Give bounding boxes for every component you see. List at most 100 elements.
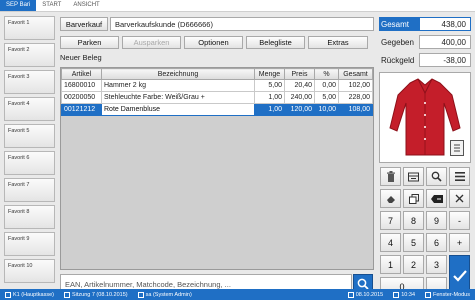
- favorite-button-7[interactable]: Favorit 7: [4, 178, 55, 202]
- change-label: Rückgeld: [381, 55, 415, 65]
- favorite-button-9[interactable]: Favorit 9: [4, 232, 55, 256]
- favorite-button-1[interactable]: Favorit 1: [4, 16, 55, 40]
- total-row: Gesamt 438,00: [379, 17, 471, 31]
- receipt-list-button[interactable]: Belegliste: [246, 36, 305, 49]
- key-2[interactable]: 2: [403, 255, 424, 274]
- column-header-gesamt[interactable]: Gesamt: [338, 68, 373, 80]
- status-time-text: 10:34: [401, 291, 415, 298]
- menu-button[interactable]: [449, 167, 470, 186]
- column-header-bezeichnung[interactable]: Bezeichnung: [101, 68, 255, 80]
- cell-bezeichnung-editor[interactable]: Rote Damenbluse: [101, 103, 255, 116]
- close-icon: [455, 194, 464, 203]
- cell-artikel: 00200050: [61, 91, 102, 104]
- total-label: Gesamt: [379, 17, 419, 31]
- unpark-button[interactable]: Ausparken: [122, 36, 181, 49]
- clear-button[interactable]: [380, 189, 401, 208]
- favorite-button-8[interactable]: Favorit 8: [4, 205, 55, 229]
- table-row[interactable]: 00200050 Stehleuchte Farbe: Weiß/Grau + …: [61, 91, 373, 104]
- table-row-selected[interactable]: 00121212 Rote Damenbluse 1,00 120,00 10,…: [61, 103, 373, 116]
- total-value: 438,00: [419, 17, 471, 31]
- table-row[interactable]: 16800010 Hammer 2 kg 5,00 20,40 0,00 102…: [61, 79, 373, 92]
- calendar-icon: [347, 291, 354, 298]
- sale-type-button[interactable]: Barverkauf: [60, 17, 108, 31]
- status-station-text: K1 (Hauptkasse): [13, 291, 54, 298]
- magnifier-icon: [431, 171, 442, 182]
- pos-main: Favorit 1 Favorit 2 Favorit 3 Favorit 4 …: [0, 11, 475, 296]
- favorite-button-10[interactable]: Favorit 10: [4, 259, 55, 283]
- status-user: sa (System Admin): [133, 291, 197, 298]
- cell-artikel: 00121212: [61, 103, 102, 116]
- totals-panel: Gesamt 438,00 Gegeben 400,00 Rückgeld -3…: [379, 17, 471, 71]
- window-icon: [425, 291, 431, 298]
- status-session-text: Sitzung 7 (08.10.2015): [71, 291, 128, 298]
- favorite-button-3[interactable]: Favorit 3: [4, 70, 55, 94]
- key-5[interactable]: 5: [403, 233, 424, 252]
- extras-button[interactable]: Extras: [308, 36, 368, 49]
- park-button[interactable]: Parken: [60, 36, 119, 49]
- key-6[interactable]: 6: [426, 233, 447, 252]
- given-value[interactable]: 400,00: [419, 35, 471, 49]
- receipt-status-label: Neuer Beleg: [60, 53, 102, 62]
- station-icon: [5, 291, 11, 298]
- key-minus[interactable]: -: [449, 211, 470, 230]
- customer-field[interactable]: Barverkaufskunde (D666666): [110, 17, 374, 31]
- key-7[interactable]: 7: [380, 211, 401, 230]
- receipt-grid[interactable]: Artikel Bezeichnung Menge Preis % Gesamt…: [60, 67, 374, 270]
- favorite-button-5[interactable]: Favorit 5: [4, 124, 55, 148]
- cell-gesamt: 108,00: [338, 103, 373, 116]
- backspace-icon: [430, 194, 443, 203]
- key-8[interactable]: 8: [403, 211, 424, 230]
- cell-rabatt: 0,00: [314, 79, 339, 92]
- ribbon-tab-start[interactable]: START: [36, 0, 67, 11]
- cell-menge: 1,00: [254, 91, 285, 104]
- cancel-button[interactable]: [449, 189, 470, 208]
- status-time: 10:34: [388, 291, 420, 298]
- cell-rabatt: 10,00: [314, 103, 339, 116]
- status-window-mode[interactable]: Fenster-Modus: [420, 291, 475, 298]
- delete-button[interactable]: [380, 167, 401, 186]
- eraser-icon: [386, 195, 395, 203]
- copy-icon: [408, 193, 419, 204]
- copy-button[interactable]: [403, 189, 424, 208]
- key-3[interactable]: 3: [426, 255, 447, 274]
- status-session: Sitzung 7 (08.10.2015): [59, 291, 133, 298]
- favorite-button-6[interactable]: Favorit 6: [4, 151, 55, 175]
- checkmark-icon: [452, 269, 467, 282]
- trash-icon: [386, 171, 395, 182]
- key-4[interactable]: 4: [380, 233, 401, 252]
- cell-bezeichnung: Hammer 2 kg: [101, 79, 255, 92]
- ribbon-tab-ansicht[interactable]: ANSICHT: [67, 0, 105, 11]
- user-icon: [137, 291, 144, 298]
- cell-menge: 5,00: [254, 79, 285, 92]
- cell-rabatt: 5,00: [314, 91, 339, 104]
- column-header-rabatt[interactable]: %: [314, 68, 339, 80]
- column-header-artikel[interactable]: Artikel: [61, 68, 102, 80]
- column-header-menge[interactable]: Menge: [254, 68, 285, 80]
- customer-row: Barverkauf Barverkaufskunde (D666666): [60, 17, 374, 31]
- cell-preis: 240,00: [284, 91, 315, 104]
- cash-drawer-button[interactable]: [403, 167, 424, 186]
- favorite-button-4[interactable]: Favorit 4: [4, 97, 55, 121]
- cell-preis: 120,00: [284, 103, 315, 116]
- lookup-button[interactable]: [426, 167, 447, 186]
- product-details-icon[interactable]: [450, 140, 464, 156]
- favorite-button-2[interactable]: Favorit 2: [4, 43, 55, 67]
- options-button[interactable]: Optionen: [184, 36, 243, 49]
- menu-icon: [454, 172, 465, 181]
- status-mode-text: Fenster-Modus: [433, 291, 470, 298]
- product-image: [379, 72, 471, 163]
- given-row: Gegeben 400,00: [379, 35, 471, 49]
- ribbon: SEP Bari START ANSICHT: [0, 0, 475, 11]
- key-1[interactable]: 1: [380, 255, 401, 274]
- favorites-panel: Favorit 1 Favorit 2 Favorit 3 Favorit 4 …: [4, 16, 56, 286]
- column-header-preis[interactable]: Preis: [284, 68, 315, 80]
- cell-gesamt: 228,00: [338, 91, 373, 104]
- cell-preis: 20,40: [284, 79, 315, 92]
- cell-bezeichnung: Stehleuchte Farbe: Weiß/Grau +: [101, 91, 255, 104]
- status-date-text: 08.10.2015: [355, 291, 384, 298]
- backspace-button[interactable]: [426, 189, 447, 208]
- ribbon-tab-app[interactable]: SEP Bari: [0, 0, 37, 11]
- drawer-icon: [408, 172, 419, 181]
- key-9[interactable]: 9: [426, 211, 447, 230]
- key-plus[interactable]: +: [449, 233, 470, 252]
